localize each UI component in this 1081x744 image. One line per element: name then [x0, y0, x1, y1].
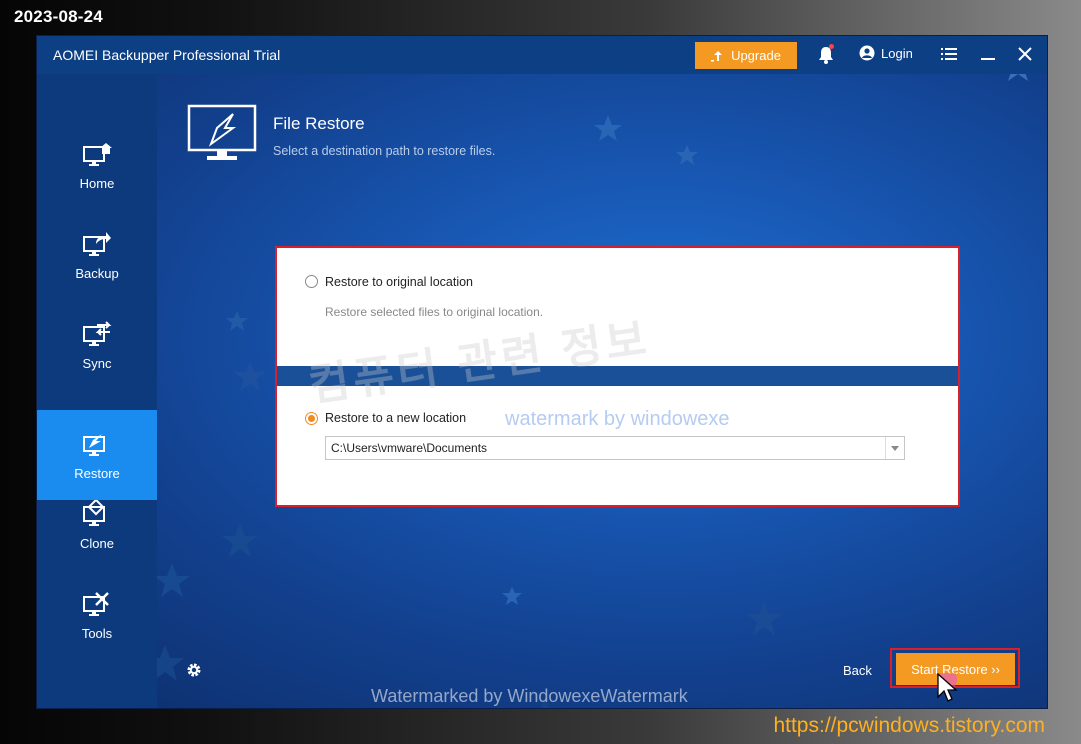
watermark-text: watermark by windowexe [505, 408, 730, 430]
file-restore-icon [187, 104, 257, 160]
back-button[interactable]: Back [843, 663, 872, 678]
sidebar-item-label: Home [79, 175, 115, 191]
date-stamp: 2023-08-24 [14, 7, 103, 26]
upgrade-arrow-icon [711, 50, 723, 61]
close-icon[interactable] [1017, 46, 1033, 62]
dropdown-arrow[interactable] [885, 437, 904, 459]
page-subtitle: Select a destination path to restore fil… [273, 144, 496, 158]
destination-path-combobox[interactable]: C:\Users\vmware\Documents [325, 436, 905, 460]
option-original-description: Restore selected files to original locat… [325, 305, 544, 319]
user-icon [859, 45, 875, 61]
sync-icon [83, 320, 112, 346]
star-decoration [746, 601, 782, 635]
upgrade-label: Upgrade [731, 48, 781, 63]
option-new-label[interactable]: Restore to a new location [325, 411, 466, 425]
upgrade-button[interactable]: Upgrade [695, 42, 797, 69]
settings-gear-icon[interactable] [186, 662, 202, 678]
restore-icon [83, 433, 105, 456]
login-label: Login [881, 45, 913, 61]
star-decoration [676, 145, 698, 165]
login-button[interactable]: Login [859, 45, 913, 61]
sidebar-item-label: Sync [82, 355, 112, 371]
star-decoration [154, 563, 190, 597]
sidebar-item-backup[interactable]: Backup [37, 210, 157, 300]
clone-icon [83, 499, 105, 526]
menu-icon[interactable] [941, 47, 957, 61]
destination-path-value[interactable]: C:\Users\vmware\Documents [326, 441, 885, 455]
mouse-cursor-icon [937, 673, 958, 702]
app-window: AOMEI Backupper Professional Trial Upgra… [36, 35, 1048, 709]
site-url: https://pcwindows.tistory.com [773, 714, 1045, 737]
minimize-icon[interactable] [981, 47, 995, 61]
notification-dot [829, 44, 834, 49]
star-decoration [594, 115, 622, 141]
sidebar-item-label: Restore [74, 465, 120, 481]
star-decoration [226, 311, 248, 331]
sidebar: Home Backup Sync Restore Clone Tools [37, 74, 157, 708]
option-original-label[interactable]: Restore to original location [325, 275, 473, 289]
star-decoration [234, 361, 266, 391]
sidebar-item-sync[interactable]: Sync [37, 300, 157, 390]
title-bar: AOMEI Backupper Professional Trial Upgra… [37, 36, 1047, 74]
star-decoration [502, 587, 522, 605]
sidebar-item-clone[interactable]: Clone [37, 480, 157, 570]
chevron-down-icon [891, 445, 899, 451]
radio-original-location[interactable] [305, 275, 318, 288]
backup-icon [83, 231, 111, 256]
sidebar-item-label: Tools [81, 625, 113, 641]
tools-icon [83, 591, 109, 616]
page-title: File Restore [273, 114, 365, 133]
sidebar-item-label: Backup [75, 265, 119, 281]
home-icon [83, 142, 112, 166]
watermark-footer: Watermarked by WindowexeWatermark [371, 686, 688, 706]
star-decoration [222, 523, 258, 557]
app-title: AOMEI Backupper Professional Trial [53, 47, 281, 63]
radio-new-location[interactable] [305, 412, 318, 425]
sidebar-item-home[interactable]: Home [37, 120, 157, 210]
sidebar-item-label: Clone [80, 535, 114, 551]
sidebar-item-tools[interactable]: Tools [37, 570, 157, 660]
